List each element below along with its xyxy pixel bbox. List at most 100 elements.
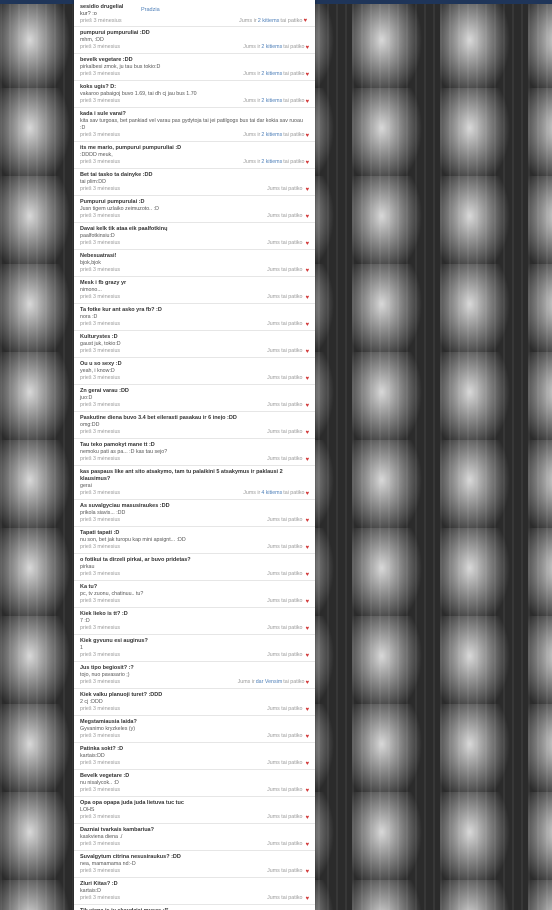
like-others-link[interactable]: 2 kitiems xyxy=(261,44,282,51)
like-info[interactable]: Jums tai patiko ♥ xyxy=(267,760,309,767)
heart-icon[interactable]: ♥ xyxy=(305,430,309,436)
like-prefix: Jums tai patiko xyxy=(267,544,303,550)
heart-icon[interactable]: ♥ xyxy=(305,295,309,301)
heart-icon[interactable]: ♥ xyxy=(305,842,309,848)
timestamp: prieš 3 mėnesius xyxy=(80,625,121,631)
heart-icon[interactable]: ♥ xyxy=(305,376,309,382)
heart-icon[interactable]: ♥ xyxy=(305,626,309,632)
like-info[interactable]: Jums tai patiko ♥ xyxy=(267,733,309,740)
like-info[interactable]: Jums tai patiko ♥ xyxy=(267,814,309,821)
heart-icon[interactable]: ♥ xyxy=(305,680,309,686)
heart-icon[interactable]: ♥ xyxy=(305,214,309,220)
like-info[interactable]: Jums tai patiko ♥ xyxy=(267,402,309,409)
heart-icon[interactable]: ♥ xyxy=(305,788,309,794)
heart-icon[interactable]: ♥ xyxy=(305,707,309,713)
like-info[interactable]: Jums tai patiko ♥ xyxy=(267,868,309,875)
question-title: Paskutine diena buvo 3.4 bet eilerasti p… xyxy=(80,415,237,421)
like-info[interactable]: Jums tai patiko ♥ xyxy=(267,186,309,193)
like-info[interactable]: Jums ir 2 kitiems tai patiko ♥ xyxy=(243,71,309,78)
heart-icon[interactable]: ♥ xyxy=(305,187,309,193)
heart-icon[interactable]: ♥ xyxy=(305,268,309,274)
like-info[interactable]: Jums tai patiko ♥ xyxy=(267,544,309,551)
heart-icon[interactable]: ♥ xyxy=(305,734,309,740)
like-info[interactable]: Jums tai patiko ♥ xyxy=(267,213,309,220)
like-others-link[interactable]: 2 kitiems xyxy=(261,159,282,166)
heart-icon[interactable]: ♥ xyxy=(303,18,307,24)
question-title: Tau teko pamokyt mane tt :D xyxy=(80,442,155,448)
item-meta: prieš 3 mėnesius Jums tai patiko ♥ xyxy=(80,625,309,632)
answer-text: bjok,bjok xyxy=(80,260,101,266)
answer-text: kartais:D xyxy=(80,888,101,894)
like-info[interactable]: Jums tai patiko ♥ xyxy=(267,456,309,463)
heart-icon[interactable]: ♥ xyxy=(305,599,309,605)
like-prefix: Jums tai patiko xyxy=(267,267,303,273)
item-meta: prieš 3 mėnesius Jums tai patiko ♥ xyxy=(80,895,309,902)
answer-text: nimono... xyxy=(80,287,102,293)
like-info[interactable]: Jums tai patiko ♥ xyxy=(267,348,309,355)
timestamp: prieš 3 mėnesius xyxy=(80,132,121,138)
answer-text: nea, mamamama nd:-D xyxy=(80,861,136,867)
like-info[interactable]: Jums tai patiko ♥ xyxy=(267,375,309,382)
like-info[interactable]: Jums ir dar Vensim tai patiko ♥ xyxy=(238,679,309,686)
heart-icon[interactable]: ♥ xyxy=(305,815,309,821)
like-info[interactable]: Jums tai patiko ♥ xyxy=(267,240,309,247)
like-info[interactable]: Jums ir 2 kitiems tai patiko ♥ xyxy=(243,98,309,105)
like-info[interactable]: Jums ir 2 kitiems tai patiko ♥ xyxy=(243,132,309,139)
timestamp: prieš 3 mėnesius xyxy=(80,267,121,273)
like-info[interactable]: Jums tai patiko ♥ xyxy=(267,625,309,632)
timestamp: prieš 3 mėnesius xyxy=(80,71,121,77)
like-others-link[interactable]: 2 kitiems xyxy=(261,71,282,78)
heart-icon[interactable]: ♥ xyxy=(305,322,309,328)
like-info[interactable]: Jums tai patiko ♥ xyxy=(267,267,309,274)
like-info[interactable]: Jums ir 2 kitiems tai patiko ♥ xyxy=(243,44,309,51)
answer-text: kur? :o xyxy=(80,11,97,17)
item-meta: prieš 3 mėnesius Jums ir 2 kitiems tai pa… xyxy=(80,132,309,139)
like-others-link[interactable]: 2 kitiems xyxy=(258,18,280,24)
item-meta: prieš 3 mėnesius Jums tai patiko ♥ xyxy=(80,598,309,605)
heart-icon[interactable]: ♥ xyxy=(305,491,309,497)
heart-icon[interactable]: ♥ xyxy=(305,896,309,902)
like-info[interactable]: Jums tai patiko ♥ xyxy=(267,294,309,301)
like-info[interactable]: Jums tai patiko ♥ xyxy=(267,787,309,794)
heart-icon[interactable]: ♥ xyxy=(305,72,309,78)
like-info[interactable]: Jums tai patiko ♥ xyxy=(267,652,309,659)
heart-icon[interactable]: ♥ xyxy=(305,653,309,659)
like-info[interactable]: Jums tai patiko ♥ xyxy=(267,841,309,848)
like-others-link[interactable]: 2 kitiems xyxy=(261,98,282,105)
heart-icon[interactable]: ♥ xyxy=(305,403,309,409)
heart-icon[interactable]: ♥ xyxy=(305,761,309,767)
item-meta: prieš 3 mėnesius Jums ir 2 kitiems tai pa… xyxy=(80,159,309,166)
item-meta: prieš 3 mėnesius Jums tai patiko ♥ xyxy=(80,517,309,524)
heart-icon[interactable]: ♥ xyxy=(305,869,309,875)
like-info[interactable]: Jums tai patiko ♥ xyxy=(267,517,309,524)
like-info[interactable]: Jums ir 2 kitiems tai patiko ♥ xyxy=(239,18,307,24)
like-others-link[interactable]: 2 kitiems xyxy=(261,132,282,139)
like-info[interactable]: Jums tai patiko ♥ xyxy=(267,706,309,713)
heart-icon[interactable]: ♥ xyxy=(305,457,309,463)
like-others-link[interactable]: 4 kitiems xyxy=(261,490,282,497)
like-info[interactable]: Jums ir 4 kitiems tai patiko ♥ xyxy=(243,490,309,497)
heart-icon[interactable]: ♥ xyxy=(305,545,309,551)
home-link[interactable]: Pradzia xyxy=(141,7,160,13)
like-prefix: Jums tai patiko xyxy=(267,598,303,604)
heart-icon[interactable]: ♥ xyxy=(305,133,309,139)
like-info[interactable]: Jums tai patiko ♥ xyxy=(267,598,309,605)
heart-icon[interactable]: ♥ xyxy=(305,99,309,105)
heart-icon[interactable]: ♥ xyxy=(305,45,309,51)
like-info[interactable]: Jums tai patiko ♥ xyxy=(267,571,309,578)
like-info[interactable]: Jums tai patiko ♥ xyxy=(267,429,309,436)
question-title: Kiek valku planuoji turet? :DDD xyxy=(80,692,163,698)
heart-icon[interactable]: ♥ xyxy=(305,518,309,524)
like-info[interactable]: Jums tai patiko ♥ xyxy=(267,895,309,902)
list-item: Nebesuatrasi! bjok,bjok prieš 3 mėnesius Ju… xyxy=(74,250,315,277)
question-title: Kiek lieko is tt? :D xyxy=(80,611,128,617)
like-info[interactable]: Jums tai patiko ♥ xyxy=(267,321,309,328)
heart-icon[interactable]: ♥ xyxy=(305,241,309,247)
heart-icon[interactable]: ♥ xyxy=(305,572,309,578)
like-others-link[interactable]: dar Vensim xyxy=(256,679,283,686)
answer-text: Gyvanimo kryzkeles (y) xyxy=(80,726,136,732)
timestamp: prieš 3 mėnesius xyxy=(80,517,121,523)
like-info[interactable]: Jums ir 2 kitiems tai patiko ♥ xyxy=(243,159,309,166)
heart-icon[interactable]: ♥ xyxy=(305,160,309,166)
heart-icon[interactable]: ♥ xyxy=(305,349,309,355)
